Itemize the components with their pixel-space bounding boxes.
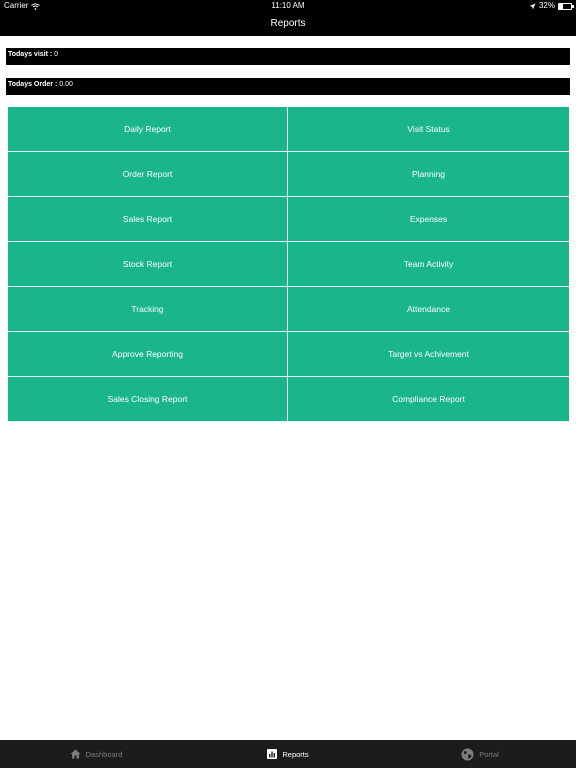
todays-order-value: 0.00 [59, 81, 73, 88]
daily-report-button[interactable]: Daily Report [8, 107, 288, 152]
todays-order-bar: Todays Order : 0.00 [6, 78, 570, 95]
order-report-button[interactable]: Order Report [8, 152, 288, 197]
todays-order-label: Todays Order : [8, 81, 58, 88]
reports-icon [267, 749, 278, 759]
battery-fill [559, 3, 563, 9]
team-activity-button[interactable]: Team Activity [288, 242, 569, 287]
todays-visit-bar: Todays visit : 0 [6, 48, 570, 65]
compliance-report-button[interactable]: Compliance Report [288, 377, 569, 422]
status-right: 32% [529, 0, 574, 12]
tab-dashboard-label: Dashboard [85, 749, 123, 759]
tab-dashboard[interactable]: Dashboard [0, 740, 192, 768]
tab-reports-label: Reports [282, 749, 309, 759]
status-time: 11:10 AM [271, 1, 305, 10]
battery-icon [558, 2, 574, 10]
planning-button[interactable]: Planning [288, 152, 569, 197]
tracking-button[interactable]: Tracking [8, 287, 288, 332]
stock-report-button[interactable]: Stock Report [8, 242, 288, 287]
sales-report-button[interactable]: Sales Report [8, 197, 288, 242]
tab-bar: Dashboard Reports Portal [0, 740, 576, 768]
status-bar: Carrier 11:10 AM 32% [0, 0, 576, 12]
todays-visit-label: Todays visit : [8, 51, 53, 58]
tab-portal-label: Portal [479, 749, 499, 759]
battery-percent: 32% [538, 1, 555, 10]
expenses-button[interactable]: Expenses [288, 197, 569, 242]
tab-portal[interactable]: Portal [384, 740, 576, 768]
target-vs-achivement-button[interactable]: Target vs Achivement [288, 332, 569, 377]
report-grid: Daily Report Visit Status Order Report P… [8, 107, 569, 422]
home-icon [70, 749, 81, 759]
approve-reporting-button[interactable]: Approve Reporting [8, 332, 288, 377]
todays-visit-value: 0 [54, 51, 59, 58]
nav-bar: Reports [0, 12, 576, 36]
attendance-button[interactable]: Attendance [288, 287, 569, 332]
location-arrow-icon [529, 3, 536, 9]
page-title: Reports [270, 18, 306, 29]
sales-closing-report-button[interactable]: Sales Closing Report [8, 377, 288, 422]
visit-status-button[interactable]: Visit Status [288, 107, 569, 152]
globe-icon [461, 748, 474, 760]
tab-reports[interactable]: Reports [192, 740, 384, 768]
